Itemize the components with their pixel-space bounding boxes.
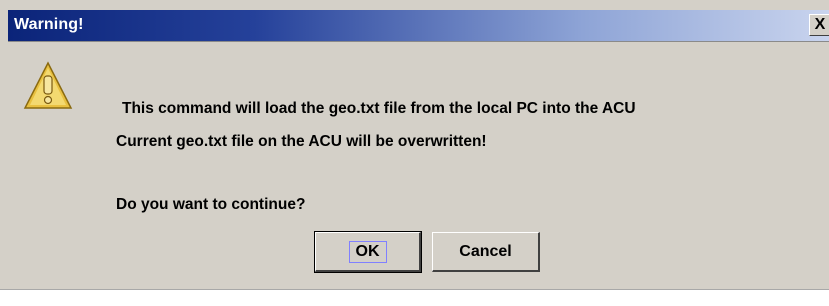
title-bar[interactable]: Warning! X bbox=[8, 10, 829, 42]
message-line-2: Current geo.txt file on the ACU will be … bbox=[116, 133, 487, 150]
warning-icon bbox=[23, 61, 73, 109]
confirm-question: Do you want to continue? bbox=[116, 196, 306, 213]
close-icon: X bbox=[814, 16, 826, 33]
cancel-button[interactable]: Cancel bbox=[432, 232, 540, 272]
dialog-title: Warning! bbox=[14, 16, 84, 33]
ok-button[interactable]: OK bbox=[314, 231, 422, 273]
ok-button-label: OK bbox=[348, 240, 387, 263]
close-button[interactable]: X bbox=[809, 14, 829, 36]
message-line-1: This command will load the geo.txt file … bbox=[122, 100, 636, 117]
warning-dialog: Warning! X This command will load the ge… bbox=[0, 0, 829, 290]
cancel-button-label: Cancel bbox=[459, 242, 512, 260]
